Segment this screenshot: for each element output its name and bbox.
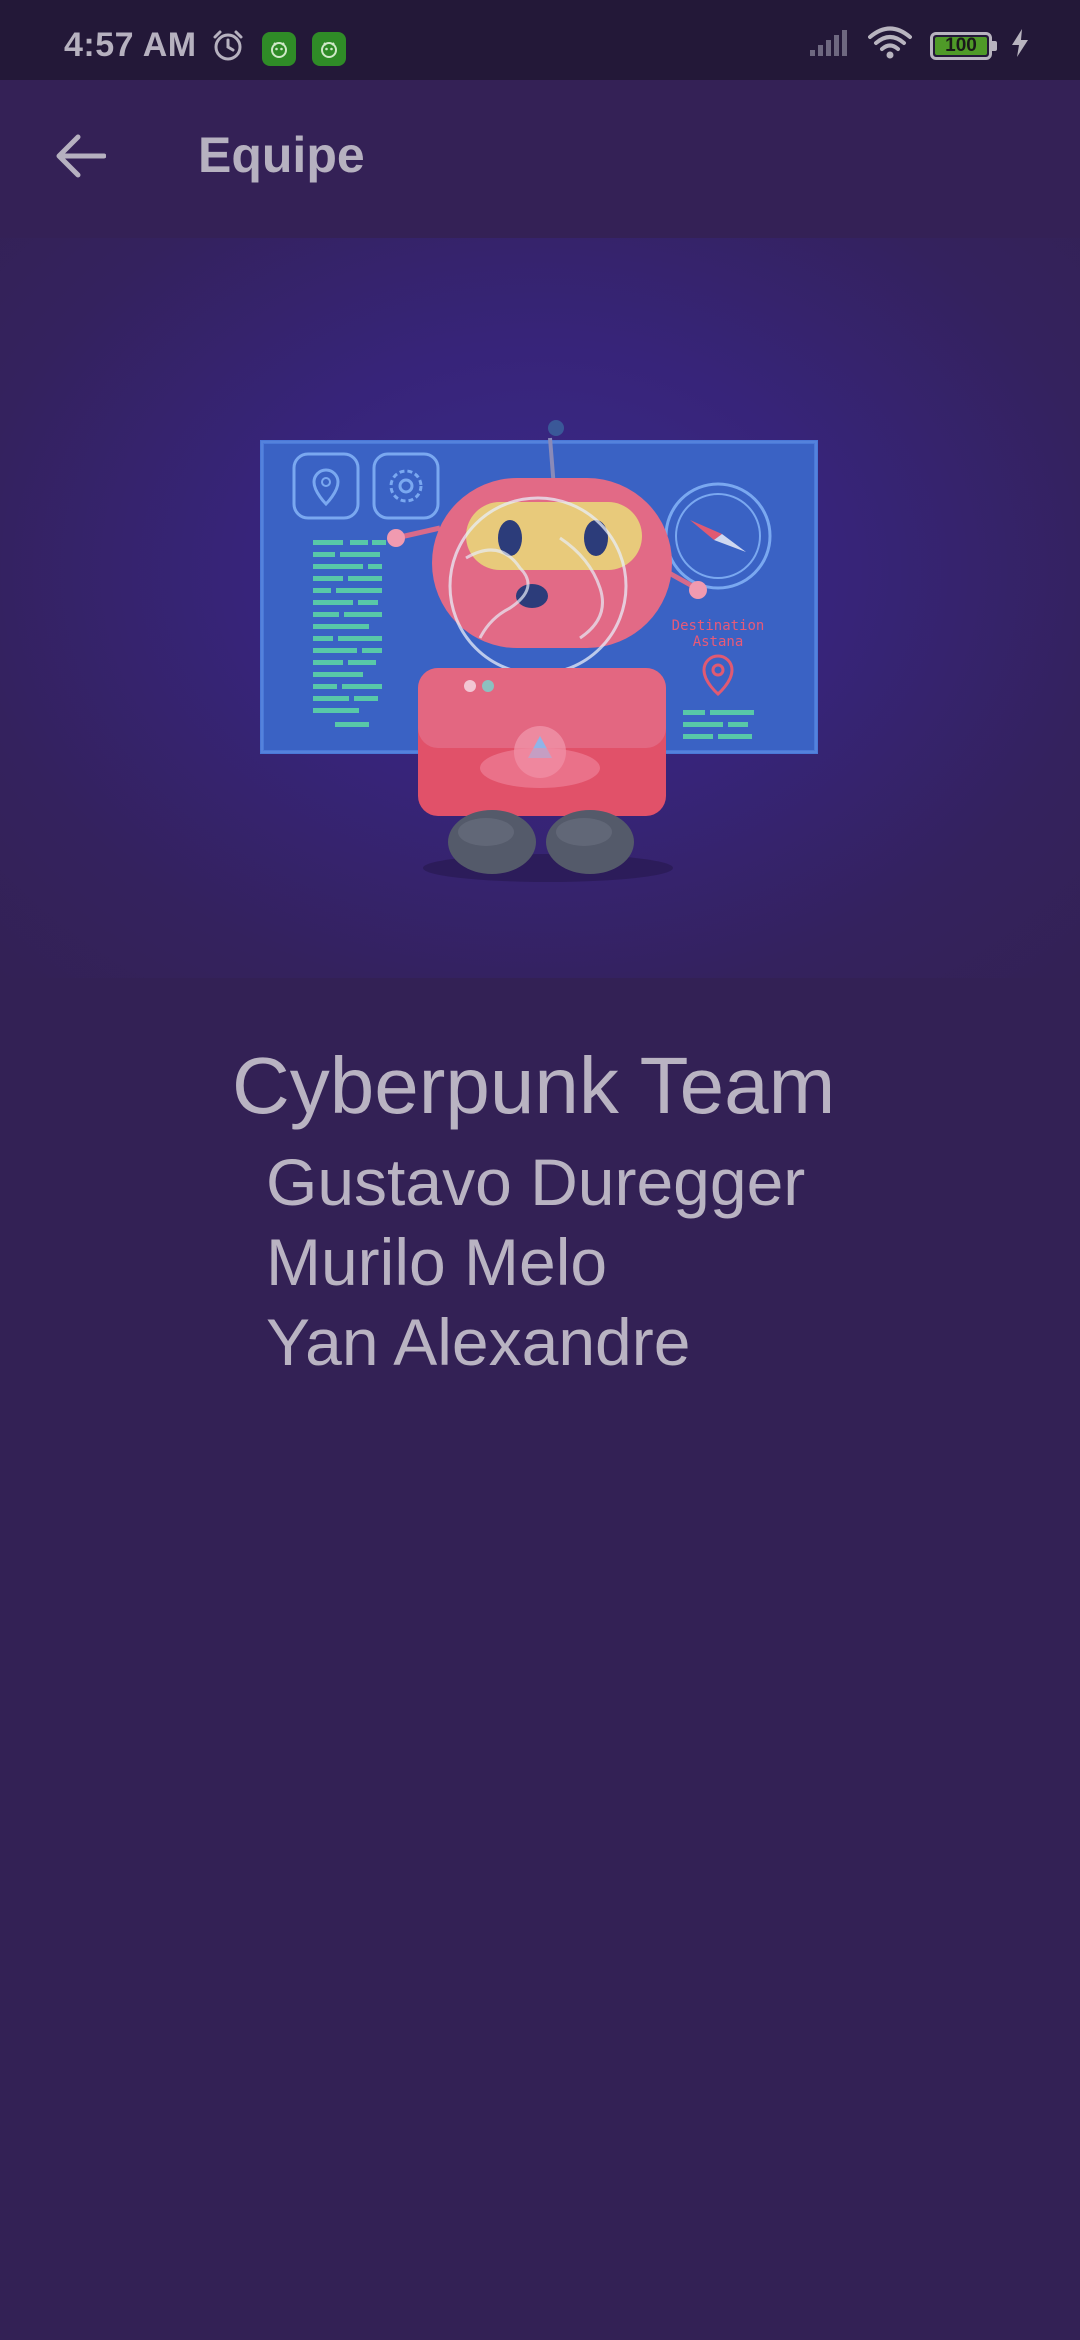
status-right-icons: 100	[808, 26, 1030, 65]
team-member: Murilo Melo	[266, 1225, 608, 1299]
map-label-line2: Astana	[693, 634, 744, 650]
battery-tip	[992, 40, 997, 51]
battery-icon: 100	[930, 31, 997, 60]
wifi-icon	[868, 26, 912, 65]
alarm-icon	[210, 28, 246, 69]
robot-illustration: Destination Astana	[0, 238, 1080, 978]
back-button[interactable]	[40, 118, 120, 198]
charging-icon	[1010, 28, 1030, 63]
app-notification-icon	[262, 31, 296, 66]
cellular-signal-icon	[808, 28, 850, 63]
status-time: 4:57 AM	[64, 26, 197, 64]
status-left-icons	[210, 28, 346, 69]
team-title: Cyberpunk Team	[232, 1041, 836, 1130]
arrow-left-icon	[54, 133, 107, 184]
page-title: Equipe	[198, 127, 365, 183]
app-bar: Equipe	[0, 80, 1080, 238]
status-bar: 4:57 AM 100	[0, 0, 1080, 80]
map-label-line1: Destination	[672, 618, 765, 634]
app-notification-icon	[312, 31, 346, 66]
antenna-tip	[548, 420, 564, 436]
battery-level: 100	[945, 34, 977, 56]
team-member: Yan Alexandre	[266, 1305, 691, 1379]
team-screen: 4:57 AM 100 Equipe Destination Astana Cy…	[0, 0, 1080, 2340]
team-member: Gustavo Duregger	[266, 1145, 806, 1219]
